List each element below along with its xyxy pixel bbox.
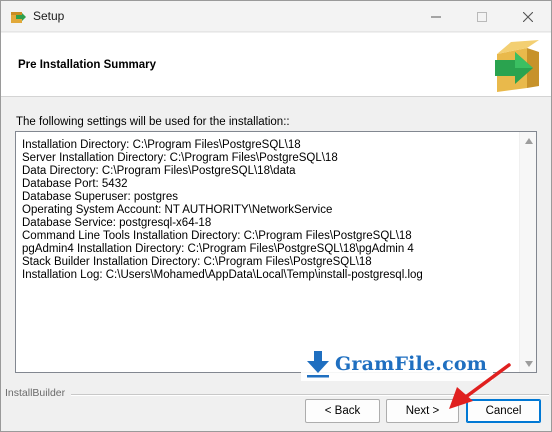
settings-line: Database Port: 5432	[22, 178, 128, 190]
vertical-scrollbar[interactable]	[519, 132, 536, 372]
settings-line: Installation Directory: C:\Program Files…	[22, 139, 301, 151]
scroll-down-button[interactable]	[520, 355, 537, 372]
settings-line: pgAdmin4 Installation Directory: C:\Prog…	[22, 243, 414, 255]
window-title: Setup	[33, 9, 65, 23]
maximize-icon	[477, 11, 487, 22]
settings-line: Database Superuser: postgres	[22, 191, 178, 203]
settings-line: Data Directory: C:\Program Files\Postgre…	[22, 165, 296, 177]
settings-line: Command Line Tools Installation Director…	[22, 230, 412, 242]
installbuilder-label: InstallBuilder	[5, 387, 66, 399]
back-button[interactable]: < Back	[305, 399, 380, 423]
installer-box-icon	[10, 9, 26, 24]
maximize-button[interactable]	[459, 1, 505, 32]
title-bar[interactable]: Setup	[1, 1, 551, 32]
minimize-icon	[431, 16, 441, 17]
settings-line: Installation Log: C:\Users\Mohamed\AppDa…	[22, 269, 423, 281]
header-panel: Pre Installation Summary	[1, 33, 551, 97]
scroll-up-button[interactable]	[520, 132, 537, 149]
settings-summary-box[interactable]: Installation Directory: C:\Program Files…	[15, 131, 537, 373]
page-title: Pre Installation Summary	[18, 59, 157, 71]
package-arrow-icon	[493, 38, 543, 92]
settings-line: Database Service: postgresql-x64-18	[22, 217, 212, 229]
settings-line: Operating System Account: NT AUTHORITY\N…	[22, 204, 333, 216]
setup-window: Setup Pre Installation Summary The follo…	[0, 0, 552, 432]
minimize-button[interactable]	[413, 1, 459, 32]
download-arrow-icon	[307, 351, 329, 378]
settings-line: Stack Builder Installation Directory: C:…	[22, 256, 372, 268]
close-button[interactable]	[505, 1, 551, 32]
settings-line: Server Installation Directory: C:\Progra…	[22, 152, 338, 164]
triangle-up-icon	[524, 137, 533, 144]
settings-list: Installation Directory: C:\Program Files…	[22, 139, 514, 282]
triangle-down-icon	[524, 360, 533, 367]
close-icon	[523, 11, 533, 22]
red-arrow-icon	[449, 363, 511, 409]
intro-text: The following settings will be used for …	[16, 116, 290, 128]
